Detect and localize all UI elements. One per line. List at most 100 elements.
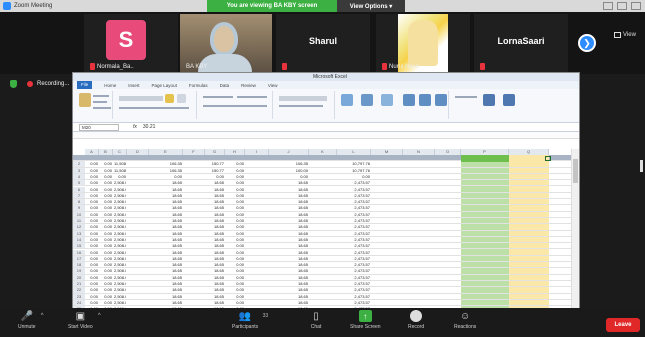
table-cell[interactable]: 0.00 <box>150 174 182 179</box>
table-cell[interactable]: 2,508.00 <box>114 231 126 236</box>
table-cell[interactable] <box>436 161 460 166</box>
table-cell[interactable] <box>436 205 460 210</box>
table-cell[interactable]: 0.00 <box>86 161 98 166</box>
table-cell[interactable] <box>404 250 434 255</box>
table-cell[interactable] <box>510 300 548 305</box>
table-cell[interactable]: 2,508.00 <box>114 294 126 299</box>
table-cell[interactable]: 18.65 <box>150 224 182 229</box>
share-screen-button[interactable]: ↑ Share Screen <box>350 310 381 330</box>
table-cell[interactable] <box>436 168 460 173</box>
table-cell[interactable]: 18.65 <box>206 193 224 198</box>
table-cell[interactable]: 0.00 <box>100 287 112 292</box>
table-cell[interactable]: 0.00 <box>100 231 112 236</box>
table-cell[interactable] <box>310 300 336 305</box>
table-cell[interactable]: 18.65 <box>206 262 224 267</box>
minimize-icon[interactable] <box>603 2 613 10</box>
row-number[interactable]: 8 <box>73 199 85 205</box>
table-cell[interactable]: 0.00 <box>226 294 244 299</box>
table-cell[interactable] <box>510 268 548 273</box>
table-cell[interactable]: 18.65 <box>270 294 308 299</box>
table-cell[interactable] <box>184 268 204 273</box>
table-cell[interactable] <box>436 187 460 192</box>
table-cell[interactable] <box>128 300 148 305</box>
table-cell[interactable] <box>184 199 204 204</box>
table-cell[interactable]: 2,473.57 <box>338 275 370 280</box>
column-header[interactable]: M <box>371 149 403 155</box>
table-cell[interactable]: 0.00 <box>86 262 98 267</box>
table-cell[interactable] <box>184 193 204 198</box>
table-cell[interactable] <box>128 250 148 255</box>
table-cell[interactable] <box>404 256 434 261</box>
row-number[interactable]: 12 <box>73 224 85 230</box>
table-cell[interactable]: 0.00 <box>100 237 112 242</box>
chevron-up-icon[interactable]: ^ <box>41 313 44 319</box>
table-cell[interactable] <box>128 161 148 166</box>
table-cell[interactable]: 0.00 <box>226 180 244 185</box>
table-cell[interactable]: 18.65 <box>270 224 308 229</box>
table-cell[interactable]: 2,508.00 <box>114 218 126 223</box>
table-cell[interactable]: 18.65 <box>150 275 182 280</box>
table-cell[interactable] <box>372 212 402 217</box>
table-cell[interactable]: 18.65 <box>270 199 308 204</box>
table-cell[interactable] <box>404 243 434 248</box>
format-as-table-icon[interactable] <box>361 94 373 106</box>
table-cell[interactable]: 0.00 <box>100 199 112 204</box>
table-cell[interactable] <box>462 168 508 173</box>
name-box[interactable]: M20 <box>79 123 119 131</box>
table-cell[interactable]: 2,508.00 <box>114 237 126 242</box>
row-number[interactable]: 10 <box>73 211 85 217</box>
table-cell[interactable] <box>372 199 402 204</box>
table-cell[interactable]: 2,508.00 <box>114 199 126 204</box>
table-cell[interactable] <box>246 275 268 280</box>
table-cell[interactable]: 18.65 <box>270 218 308 223</box>
table-cell[interactable] <box>246 180 268 185</box>
row-number[interactable]: 5 <box>73 180 85 186</box>
table-cell[interactable]: 2,473.57 <box>338 218 370 223</box>
table-cell[interactable] <box>462 212 508 217</box>
table-cell[interactable]: 18.65 <box>206 250 224 255</box>
table-cell[interactable]: 2,473.57 <box>338 199 370 204</box>
table-cell[interactable] <box>128 168 148 173</box>
row-number[interactable]: 18 <box>73 262 85 268</box>
table-cell[interactable]: 0.00 <box>86 187 98 192</box>
row-number[interactable]: 19 <box>73 268 85 274</box>
table-cell[interactable] <box>246 199 268 204</box>
table-cell[interactable]: 0.00 <box>226 243 244 248</box>
table-cell[interactable] <box>404 161 434 166</box>
participant-tile[interactable]: LornaSaari <box>474 14 568 72</box>
table-cell[interactable] <box>310 224 336 229</box>
table-cell[interactable] <box>436 294 460 299</box>
table-cell[interactable]: 0.00 <box>226 161 244 166</box>
column-header[interactable]: G <box>205 149 225 155</box>
row-number[interactable]: 15 <box>73 243 85 249</box>
table-cell[interactable]: 18.65 <box>150 300 182 305</box>
table-cell[interactable]: 0.00 <box>100 268 112 273</box>
table-cell[interactable] <box>246 205 268 210</box>
table-cell[interactable]: 2,473.57 <box>338 237 370 242</box>
table-cell[interactable]: 0.00 <box>100 174 112 179</box>
table-cell[interactable]: 2,508.00 <box>114 180 126 185</box>
table-cell[interactable] <box>510 243 548 248</box>
table-cell[interactable] <box>462 300 508 305</box>
table-cell[interactable]: 10,797.76 <box>338 161 370 166</box>
table-cell[interactable] <box>184 256 204 261</box>
row-number[interactable]: 4 <box>73 173 85 180</box>
table-cell[interactable]: 106.35 <box>150 168 182 173</box>
table-cell[interactable]: 0.00 <box>100 300 112 305</box>
table-cell[interactable] <box>404 262 434 267</box>
table-cell[interactable] <box>404 268 434 273</box>
table-cell[interactable] <box>184 262 204 267</box>
table-cell[interactable] <box>462 281 508 286</box>
table-cell[interactable]: 18.65 <box>206 231 224 236</box>
table-cell[interactable] <box>128 268 148 273</box>
table-cell[interactable] <box>310 275 336 280</box>
table-cell[interactable]: 2,473.57 <box>338 180 370 185</box>
table-cell[interactable]: 0.00 <box>86 174 98 179</box>
table-cell[interactable] <box>128 287 148 292</box>
table-cell[interactable] <box>310 262 336 267</box>
table-cell[interactable] <box>510 205 548 210</box>
table-cell[interactable] <box>184 212 204 217</box>
table-cell[interactable] <box>310 281 336 286</box>
chat-button[interactable]: ▯ Chat <box>310 310 322 331</box>
formula-input[interactable]: 30.21 <box>143 124 156 130</box>
